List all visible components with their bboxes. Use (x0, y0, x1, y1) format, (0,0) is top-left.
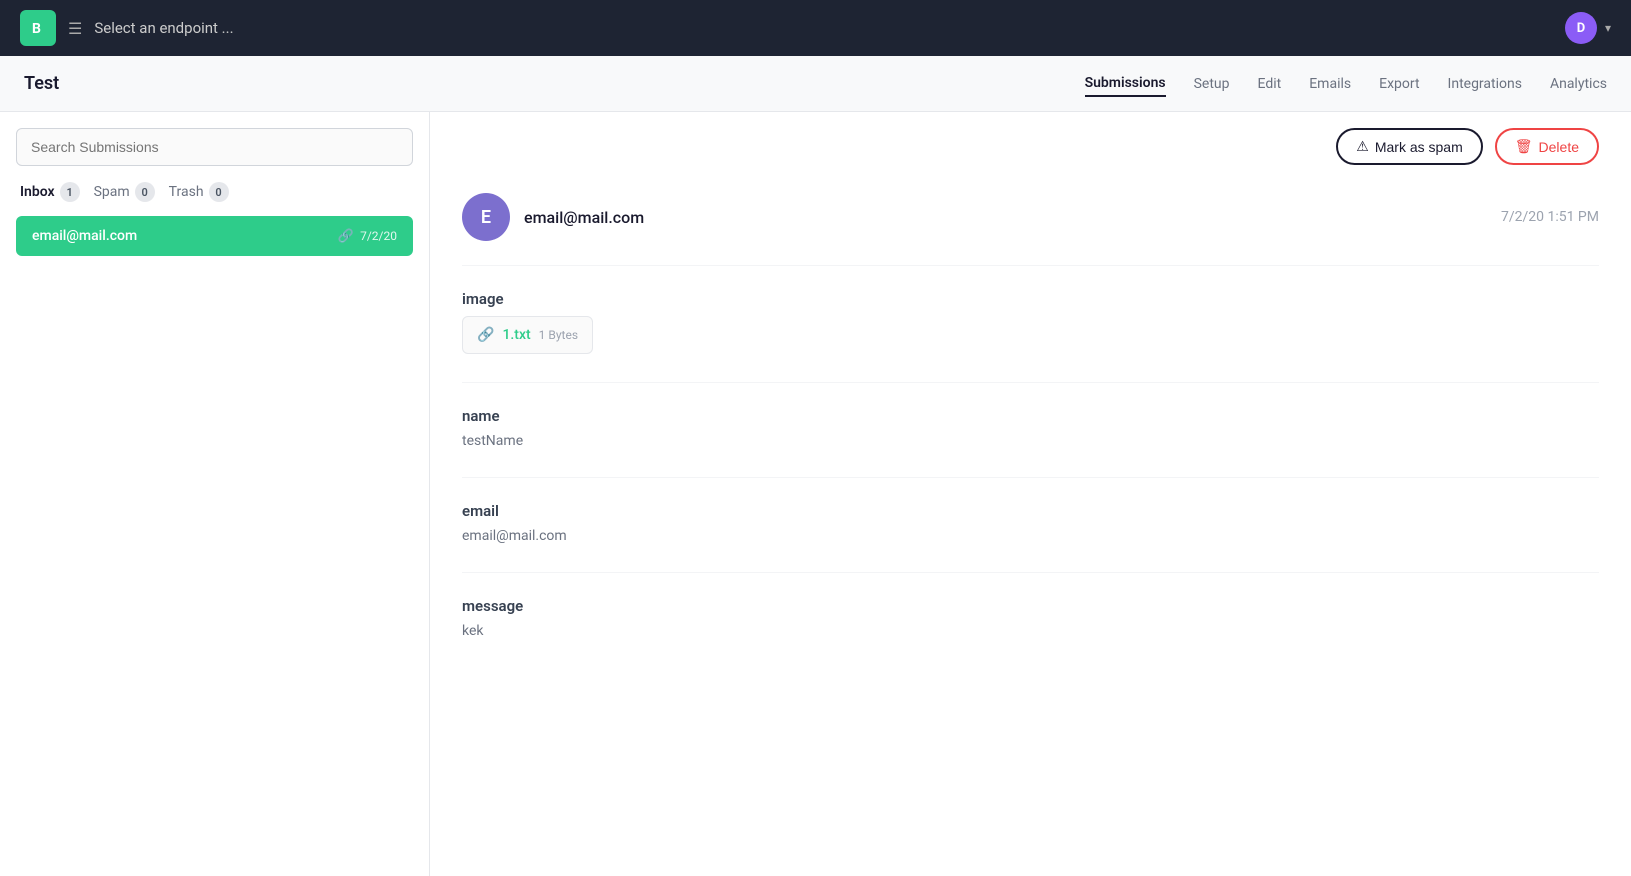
trash-badge: 0 (209, 182, 229, 202)
field-message: message kek (462, 597, 1599, 639)
file-name: 1.txt (502, 327, 530, 343)
file-link-icon: 🔗 (477, 327, 494, 343)
tab-edit[interactable]: Edit (1258, 72, 1282, 96)
tab-integrations[interactable]: Integrations (1448, 72, 1522, 96)
field-email-label: email (462, 502, 1599, 520)
filter-tab-trash[interactable]: Trash 0 (165, 180, 233, 204)
spam-badge: 0 (135, 182, 155, 202)
field-name-value: testName (462, 433, 1599, 449)
divider-2 (462, 477, 1599, 478)
file-size: 1 Bytes (539, 328, 578, 342)
left-panel: Inbox 1 Spam 0 Trash 0 email@mail.com 🔗 … (0, 112, 430, 876)
field-name-label: name (462, 407, 1599, 425)
endpoint-label[interactable]: Select an endpoint ... (94, 19, 233, 37)
right-panel: ⚠ Mark as spam 🗑 Delete E email@mail.com… (430, 112, 1631, 876)
field-email-value: email@mail.com (462, 528, 1599, 544)
field-image: image 🔗 1.txt 1 Bytes (462, 290, 1599, 354)
navbar-left: B ☰ Select an endpoint ... (20, 10, 234, 46)
sender-email: email@mail.com (524, 208, 1487, 227)
file-attachment[interactable]: 🔗 1.txt 1 Bytes (462, 316, 593, 354)
submission-timestamp: 7/2/20 1:51 PM (1501, 209, 1599, 225)
submission-list: email@mail.com 🔗 7/2/20 (16, 216, 413, 876)
field-email: email email@mail.com (462, 502, 1599, 544)
link-icon: 🔗 (338, 229, 354, 244)
hamburger-icon[interactable]: ☰ (68, 19, 82, 38)
trash-icon: 🗑 (1515, 138, 1533, 155)
right-panel-header: ⚠ Mark as spam 🗑 Delete (462, 112, 1599, 185)
tab-export[interactable]: Export (1379, 72, 1419, 96)
submission-date: 7/2/20 (360, 229, 397, 243)
divider-1 (462, 382, 1599, 383)
submission-meta: 🔗 7/2/20 (338, 229, 397, 244)
tab-setup[interactable]: Setup (1194, 72, 1230, 96)
spam-label: Spam (94, 184, 130, 200)
mark-as-spam-button[interactable]: ⚠ Mark as spam (1336, 128, 1482, 165)
main-content: Inbox 1 Spam 0 Trash 0 email@mail.com 🔗 … (0, 112, 1631, 876)
submission-email: email@mail.com (32, 228, 137, 244)
filter-tab-inbox[interactable]: Inbox 1 (16, 180, 84, 204)
search-input[interactable] (16, 128, 413, 166)
divider-3 (462, 572, 1599, 573)
svg-text:B: B (32, 21, 41, 37)
delete-label: Delete (1539, 139, 1579, 155)
nav-tabs: Submissions Setup Edit Emails Export Int… (1085, 71, 1607, 97)
page-title: Test (24, 73, 59, 94)
field-message-value: kek (462, 623, 1599, 639)
filter-tab-spam[interactable]: Spam 0 (90, 180, 159, 204)
tab-submissions[interactable]: Submissions (1085, 71, 1166, 97)
inbox-badge: 1 (60, 182, 80, 202)
logo-icon: B (20, 10, 56, 46)
field-message-label: message (462, 597, 1599, 615)
delete-button[interactable]: 🗑 Delete (1495, 128, 1599, 165)
submission-item[interactable]: email@mail.com 🔗 7/2/20 (16, 216, 413, 256)
submission-header: E email@mail.com 7/2/20 1:51 PM (462, 185, 1599, 266)
mark-as-spam-label: Mark as spam (1375, 139, 1463, 155)
secondary-nav: Test Submissions Setup Edit Emails Expor… (0, 56, 1631, 112)
inbox-label: Inbox (20, 184, 55, 200)
navbar-right: D ▾ (1565, 12, 1611, 44)
trash-label: Trash (169, 184, 204, 200)
sender-avatar: E (462, 193, 510, 241)
field-image-label: image (462, 290, 1599, 308)
tab-analytics[interactable]: Analytics (1550, 72, 1607, 96)
warning-icon: ⚠ (1356, 138, 1369, 155)
tab-emails[interactable]: Emails (1309, 72, 1351, 96)
user-avatar[interactable]: D (1565, 12, 1597, 44)
navbar: B ☰ Select an endpoint ... D ▾ (0, 0, 1631, 56)
chevron-down-icon[interactable]: ▾ (1605, 21, 1611, 35)
field-name: name testName (462, 407, 1599, 449)
filter-tabs: Inbox 1 Spam 0 Trash 0 (16, 180, 413, 204)
